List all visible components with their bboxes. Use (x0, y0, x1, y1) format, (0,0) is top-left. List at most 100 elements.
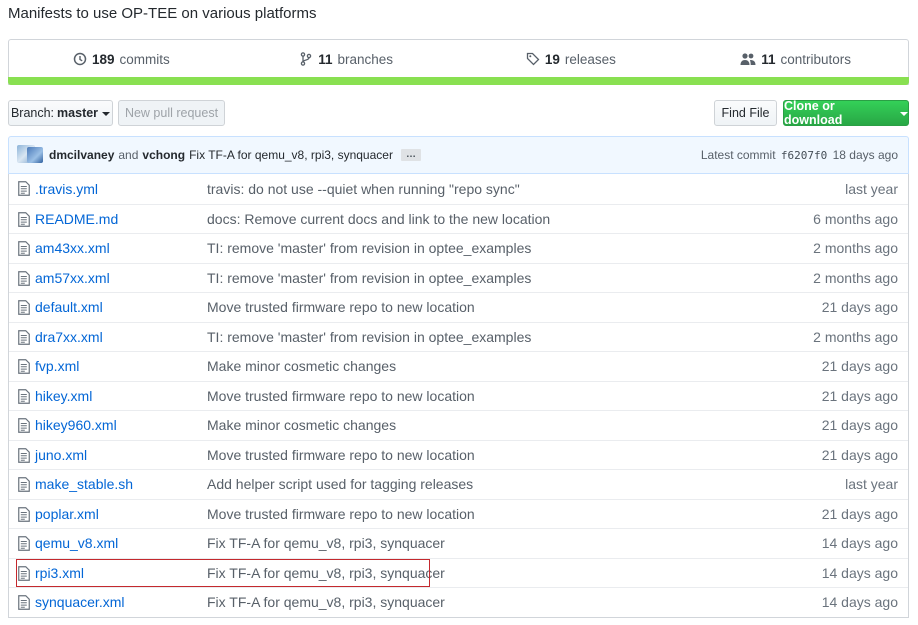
file-name-link[interactable]: default.xml (35, 299, 103, 315)
file-commit-message-link[interactable]: Move trusted firmware repo to new locati… (207, 299, 475, 315)
file-row: dra7xx.xml TI: remove 'master' from revis… (9, 321, 908, 352)
clone-or-download-button[interactable]: Clone or download (783, 99, 909, 127)
commit-author-link[interactable]: dmcilvaney (49, 148, 114, 162)
file-icon (18, 388, 30, 404)
commits-count: 189 (91, 51, 115, 67)
file-list: .travis.yml travis: do not use --quiet wh… (8, 174, 909, 618)
people-icon (740, 53, 756, 65)
commit-and-text: and (118, 148, 139, 162)
commit-committer-link[interactable]: vchong (142, 148, 185, 162)
file-commit-message-link[interactable]: Move trusted firmware repo to new locati… (207, 506, 475, 522)
file-name-link[interactable]: juno.xml (35, 447, 87, 463)
branches-label: branches (337, 51, 394, 67)
file-icon (18, 447, 30, 463)
releases-label: releases (564, 51, 616, 67)
file-commit-age: 14 days ago (821, 564, 898, 581)
file-name-link[interactable]: qemu_v8.xml (35, 535, 118, 551)
file-name-link[interactable]: dra7xx.xml (35, 329, 103, 345)
file-commit-age: 21 days ago (821, 358, 898, 375)
commits-link[interactable]: 189 commits (9, 52, 234, 67)
latest-commit-info: Latest commit f6207f0 18 days ago (701, 148, 898, 162)
file-name-link[interactable]: poplar.xml (35, 506, 99, 522)
new-pull-request-button[interactable]: New pull request (118, 100, 225, 126)
file-commit-age: 14 days ago (821, 535, 898, 552)
contributors-label: contributors (780, 51, 852, 67)
tag-icon (526, 52, 540, 66)
commit-message-link[interactable]: Fix TF-A for qemu_v8, rpi3, synquacer (189, 148, 393, 162)
file-row: default.xml Move trusted firmware repo to… (9, 292, 908, 322)
file-commit-age: 14 days ago (821, 594, 898, 611)
file-row: synquacer.xml Fix TF-A for qemu_v8, rpi3,… (9, 587, 908, 617)
releases-count: 19 (544, 51, 560, 67)
file-row: fvp.xml Make minor cosmetic changes 21 day… (9, 351, 908, 381)
file-commit-age: 21 days ago (821, 446, 898, 463)
caret-down-icon (900, 112, 908, 116)
file-row: qemu_v8.xml Fix TF-A for qemu_v8, rpi3, s… (9, 528, 908, 558)
file-commit-message-link[interactable]: docs: Remove current docs and link to th… (207, 211, 550, 227)
file-icon (18, 477, 30, 492)
contributors-count: 11 (761, 51, 776, 67)
file-commit-age: 21 days ago (821, 417, 898, 434)
file-commit-age: 21 days ago (821, 299, 898, 316)
file-commit-message-link[interactable]: Fix TF-A for qemu_v8, rpi3, synquacer (207, 535, 445, 551)
history-icon (73, 52, 87, 66)
language-bar[interactable] (8, 77, 909, 85)
file-commit-age: 2 months ago (813, 240, 898, 257)
file-name-link[interactable]: .travis.yml (35, 181, 98, 197)
file-name-link[interactable]: make_stable.sh (35, 476, 133, 492)
commits-label: commits (119, 51, 170, 67)
file-commit-message-link[interactable]: Make minor cosmetic changes (207, 358, 396, 374)
file-name-link[interactable]: am43xx.xml (35, 240, 110, 256)
caret-down-icon (102, 112, 111, 116)
file-icon (18, 300, 30, 315)
avatar-group (17, 145, 45, 165)
avatar[interactable] (27, 147, 43, 163)
file-row: .travis.yml travis: do not use --quiet wh… (9, 174, 908, 204)
file-icon (18, 270, 30, 286)
releases-link[interactable]: 19 releases (459, 52, 684, 67)
latest-commit-label: Latest commit (700, 148, 776, 162)
branch-label: Branch: (10, 106, 55, 120)
repo-description: Manifests to use OP-TEE on various platf… (8, 5, 317, 22)
file-row: hikey.xml Move trusted firmware repo to n… (9, 380, 908, 411)
file-name-link[interactable]: rpi3.xml (35, 565, 84, 581)
file-name-link[interactable]: fvp.xml (35, 358, 79, 374)
branch-value: master (57, 106, 99, 120)
file-commit-message-link[interactable]: Add helper script used for tagging relea… (207, 476, 473, 492)
file-name-link[interactable]: hikey960.xml (35, 417, 117, 433)
file-icon (18, 359, 30, 374)
file-icon (18, 418, 30, 433)
file-commit-message-link[interactable]: travis: do not use --quiet when running … (207, 181, 520, 197)
file-commit-age: 6 months ago (813, 210, 898, 227)
file-row: poplar.xml Move trusted firmware repo to … (9, 498, 908, 529)
file-commit-message-link[interactable]: TI: remove 'master' from revision in opt… (207, 240, 531, 256)
file-icon (18, 241, 30, 256)
file-row: am43xx.xml TI: remove 'master' from revis… (9, 233, 908, 263)
contributors-link[interactable]: 11 contributors (683, 52, 908, 67)
file-icon (18, 565, 30, 581)
file-name-link[interactable]: am57xx.xml (35, 270, 110, 286)
file-commit-age: 2 months ago (813, 328, 898, 345)
file-name-link[interactable]: synquacer.xml (35, 594, 124, 610)
branches-link[interactable]: 11 branches (234, 52, 459, 67)
file-name-link[interactable]: hikey.xml (35, 388, 92, 404)
file-commit-message-link[interactable]: Move trusted firmware repo to new locati… (207, 447, 475, 463)
file-icon (18, 506, 30, 522)
find-file-button[interactable]: Find File (714, 100, 777, 126)
file-name-link[interactable]: README.md (35, 211, 118, 227)
commit-sha-link[interactable]: f6207f0 (781, 149, 827, 162)
git-branch-icon (300, 52, 312, 66)
commit-age: 18 days ago (832, 148, 898, 162)
file-commit-message-link[interactable]: Move trusted firmware repo to new locati… (207, 388, 475, 404)
branch-select-button[interactable]: Branch: master (8, 100, 113, 126)
file-commit-message-link[interactable]: Make minor cosmetic changes (207, 417, 396, 433)
numbers-summary: 189 commits 11 branches 19 releases 11 c… (8, 39, 909, 85)
file-commit-message-link[interactable]: Fix TF-A for qemu_v8, rpi3, synquacer (207, 565, 445, 581)
file-commit-message-link[interactable]: TI: remove 'master' from revision in opt… (207, 329, 531, 345)
file-row: README.md docs: Remove current docs and l… (9, 203, 908, 234)
file-commit-message-link[interactable]: TI: remove 'master' from revision in opt… (207, 270, 531, 286)
file-commit-message-link[interactable]: Fix TF-A for qemu_v8, rpi3, synquacer (207, 594, 445, 610)
expand-commit-button[interactable]: … (400, 149, 421, 161)
file-row: rpi3.xml Fix TF-A for qemu_v8, rpi3, synq… (9, 557, 908, 588)
clone-label: Clone or download (784, 99, 843, 127)
